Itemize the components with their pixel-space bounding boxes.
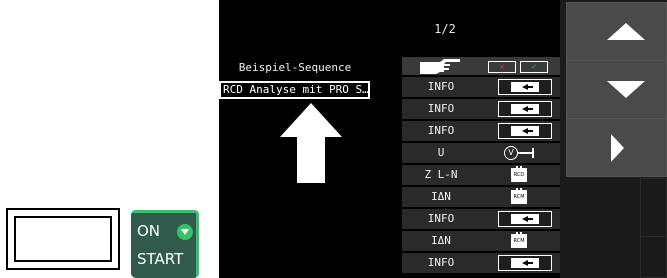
step-label: INFO xyxy=(427,124,455,137)
start-label: START xyxy=(137,250,184,268)
rcd-chip-icon: RCD xyxy=(511,166,527,182)
voltage-probe-icon: V xyxy=(498,145,552,161)
step-row[interactable]: Z L-N RCD xyxy=(402,165,560,187)
cancel-icon[interactable]: ✕ xyxy=(488,61,516,73)
enter-arrow-icon xyxy=(498,211,552,227)
pointing-hand-icon xyxy=(420,59,460,74)
softkey-blank-2[interactable] xyxy=(640,236,667,278)
step-list-header: ✕ ✓ xyxy=(402,57,560,77)
start-on-label: ON xyxy=(137,222,161,240)
step-label: IΔN xyxy=(431,190,451,203)
confirm-icon[interactable]: ✓ xyxy=(520,61,548,73)
rcm-chip-icon: RCM xyxy=(511,188,527,204)
step-row[interactable]: IΔN RCM xyxy=(402,231,560,253)
step-label: INFO xyxy=(427,256,455,269)
step-label: INFO xyxy=(427,80,455,93)
sequence-step-list: ✕ ✓ INFO INFO INFO U V Z L-N RCD IΔN RCM… xyxy=(402,57,560,275)
arrow-down-icon xyxy=(607,81,645,98)
start-key-glow-right xyxy=(196,210,199,278)
on-start-button[interactable]: ON START xyxy=(131,210,199,278)
page-indicator: 1/2 xyxy=(434,22,456,36)
sequence-selected[interactable]: RCD Analyse mit PRO S… xyxy=(219,81,370,99)
hardware-key-inner xyxy=(14,216,112,262)
enter-arrow-icon xyxy=(498,79,552,95)
step-row[interactable]: U V xyxy=(402,143,560,165)
step-label: INFO xyxy=(427,212,455,225)
step-label: U xyxy=(437,146,445,159)
enter-arrow-icon xyxy=(498,101,552,117)
step-row[interactable]: INFO xyxy=(402,77,560,99)
step-row[interactable]: INFO xyxy=(402,99,560,121)
start-key-glow xyxy=(131,210,199,213)
pointer-arrow-icon xyxy=(280,103,342,183)
enter-arrow-icon xyxy=(498,123,552,139)
step-label: INFO xyxy=(427,102,455,115)
hardware-key[interactable] xyxy=(6,208,120,270)
scroll-up-button[interactable] xyxy=(566,2,667,61)
softkey-blank-1[interactable] xyxy=(640,178,667,237)
step-label: Z L-N xyxy=(424,168,458,181)
arrow-up-icon xyxy=(607,23,645,40)
step-row[interactable]: INFO xyxy=(402,121,560,143)
step-row[interactable]: IΔN RCM xyxy=(402,187,560,209)
arrow-right-icon xyxy=(611,134,624,162)
enter-arrow-icon xyxy=(498,255,552,271)
step-label: IΔN xyxy=(431,234,451,247)
select-right-button[interactable] xyxy=(566,118,667,177)
scroll-down-button[interactable] xyxy=(566,60,667,119)
start-down-icon xyxy=(177,224,193,240)
step-row[interactable]: INFO xyxy=(402,209,560,231)
rcm-chip-icon: RCM xyxy=(511,232,527,248)
sequence-title[interactable]: Beispiel-Sequence xyxy=(226,59,364,77)
step-row[interactable]: INFO xyxy=(402,253,560,275)
